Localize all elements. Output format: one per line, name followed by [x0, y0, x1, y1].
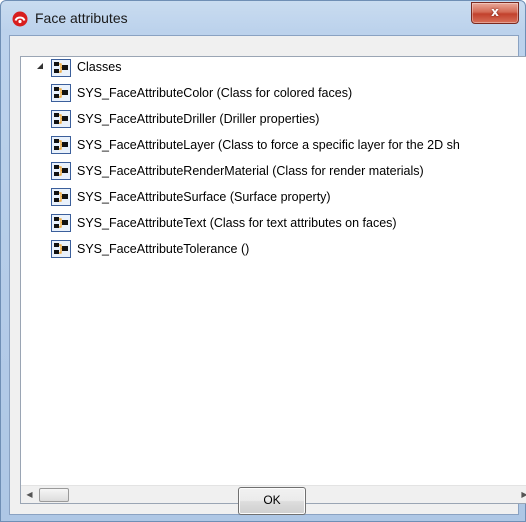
expanded-triangle-icon[interactable]	[33, 59, 47, 73]
class-node-icon	[51, 214, 71, 232]
class-node-icon	[51, 162, 71, 180]
scroll-left-arrow-icon[interactable]: ◀	[21, 486, 38, 503]
tree-item-label: SYS_FaceAttributeText (Class for text at…	[77, 216, 397, 230]
tree-root-classes[interactable]: Classes	[21, 57, 526, 79]
tree-item[interactable]: SYS_FaceAttributeText (Class for text at…	[21, 211, 526, 235]
class-node-icon	[51, 110, 71, 128]
dialog-client-area: Classes SYS_FaceAttributeColor (Class fo…	[9, 35, 526, 515]
class-node-icon	[51, 84, 71, 102]
tree-item[interactable]: SYS_FaceAttributeColor (Class for colore…	[21, 81, 526, 105]
class-tree-view[interactable]: Classes SYS_FaceAttributeColor (Class fo…	[20, 56, 526, 504]
tree-item[interactable]: SYS_FaceAttributeTolerance ()	[21, 237, 526, 261]
close-button[interactable]: x	[471, 2, 519, 24]
class-node-icon	[51, 59, 71, 77]
tree-item-label: SYS_FaceAttributeRenderMaterial (Class f…	[77, 164, 424, 178]
tree-root-label: Classes	[77, 60, 122, 74]
class-node-icon	[51, 188, 71, 206]
dialog-window: Face attributes x Classes SYS_FaceAttrib…	[0, 0, 526, 522]
window-title: Face attributes	[35, 10, 128, 26]
class-node-icon	[51, 136, 71, 154]
scrollbar-thumb[interactable]	[39, 488, 69, 502]
tree-item-label: SYS_FaceAttributeColor (Class for colore…	[77, 86, 353, 100]
tree-item[interactable]: SYS_FaceAttributeSurface (Surface proper…	[21, 185, 526, 209]
title-bar[interactable]: Face attributes x	[1, 1, 525, 35]
app-logo-icon	[12, 11, 28, 27]
scroll-right-arrow-icon[interactable]: ▶	[516, 486, 526, 503]
tree-item[interactable]: SYS_FaceAttributeRenderMaterial (Class f…	[21, 159, 526, 183]
tree-item[interactable]: SYS_FaceAttributeDriller (Driller proper…	[21, 107, 526, 131]
ok-button[interactable]: OK	[238, 487, 306, 515]
close-icon: x	[491, 5, 499, 19]
class-node-icon	[51, 240, 71, 258]
tree-item-label: SYS_FaceAttributeDriller (Driller proper…	[77, 112, 320, 126]
tree-item-label: SYS_FaceAttributeTolerance ()	[77, 242, 250, 256]
tree-item-label: SYS_FaceAttributeLayer (Class to force a…	[77, 138, 460, 152]
tree-item-label: SYS_FaceAttributeSurface (Surface proper…	[77, 190, 331, 204]
tree-item[interactable]: SYS_FaceAttributeLayer (Class to force a…	[21, 133, 526, 157]
